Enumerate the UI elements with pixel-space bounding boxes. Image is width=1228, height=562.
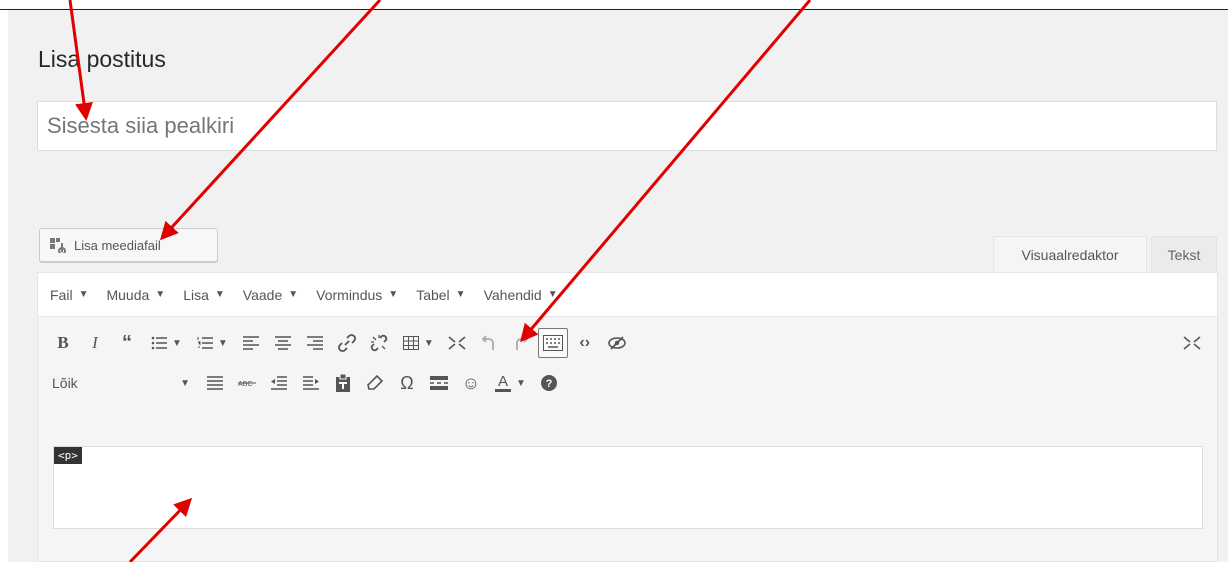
menu-table[interactable]: Tabel ▼ bbox=[416, 287, 465, 303]
svg-text:?: ? bbox=[546, 378, 553, 390]
bullet-list-icon[interactable] bbox=[144, 328, 174, 358]
fullscreen-icon[interactable] bbox=[442, 328, 472, 358]
caret-down-icon: ▼ bbox=[78, 289, 89, 300]
menu-view-label: Vaade bbox=[242, 286, 283, 303]
caret-down-icon[interactable]: ▼ bbox=[516, 378, 526, 389]
toolbar-row-1: B I “ ▼ ▼ ▼ ‹› bbox=[38, 325, 1217, 361]
caret-down-icon: ▼ bbox=[288, 289, 299, 300]
add-media-label: Lisa meediafail bbox=[74, 237, 161, 253]
blockquote-icon[interactable]: “ bbox=[112, 328, 142, 358]
format-select[interactable]: Lõik ▼ bbox=[48, 368, 196, 398]
menu-file-label: Fail bbox=[50, 286, 73, 303]
paragraph-tag-indicator: <p> bbox=[54, 447, 82, 464]
svg-text:ABC: ABC bbox=[238, 381, 252, 388]
menu-format-label: Vormindus bbox=[316, 286, 383, 303]
tab-visual-editor[interactable]: Visuaalredaktor bbox=[993, 236, 1147, 273]
link-icon[interactable] bbox=[332, 328, 362, 358]
menu-insert-label: Lisa bbox=[183, 286, 209, 303]
align-right-icon[interactable] bbox=[300, 328, 330, 358]
format-select-value: Lõik bbox=[52, 375, 78, 391]
caret-down-icon[interactable]: ▼ bbox=[172, 338, 182, 349]
outdent-icon[interactable] bbox=[264, 368, 294, 398]
align-justify-icon[interactable] bbox=[200, 368, 230, 398]
menu-insert[interactable]: Lisa ▼ bbox=[183, 287, 225, 303]
menu-tools[interactable]: Vahendid ▼ bbox=[484, 287, 558, 303]
emoji-icon[interactable]: ☺ bbox=[456, 368, 486, 398]
tab-text-editor[interactable]: Tekst bbox=[1151, 236, 1217, 273]
hide-icon[interactable] bbox=[602, 328, 632, 358]
caret-down-icon[interactable]: ▼ bbox=[218, 338, 228, 349]
menu-view[interactable]: Vaade ▼ bbox=[243, 287, 298, 303]
editor-content-area[interactable]: <p> bbox=[53, 446, 1203, 529]
table-icon[interactable] bbox=[396, 328, 426, 358]
clear-format-icon[interactable] bbox=[360, 368, 390, 398]
align-center-icon[interactable] bbox=[268, 328, 298, 358]
text-color-icon[interactable]: A bbox=[488, 368, 518, 398]
strikethrough-icon[interactable]: ABC bbox=[232, 368, 262, 398]
caret-down-icon: ▼ bbox=[547, 289, 558, 300]
unlink-icon[interactable] bbox=[364, 328, 394, 358]
help-icon[interactable]: ? bbox=[534, 368, 564, 398]
media-add-icon bbox=[50, 237, 68, 253]
editor-menubar: Fail ▼ Muuda ▼ Lisa ▼ Vaade ▼ Vormindus ▼ Tab… bbox=[38, 273, 1217, 317]
caret-down-icon: ▼ bbox=[180, 377, 190, 389]
special-char-icon[interactable]: Ω bbox=[392, 368, 422, 398]
fullscreen-toggle-icon[interactable] bbox=[1177, 328, 1207, 358]
keyboard-toggle-icon[interactable] bbox=[537, 328, 568, 358]
menu-format[interactable]: Vormindus ▼ bbox=[316, 287, 398, 303]
indent-icon[interactable] bbox=[296, 368, 326, 398]
bold-icon[interactable]: B bbox=[48, 328, 78, 358]
undo-icon[interactable] bbox=[474, 328, 504, 358]
menu-file[interactable]: Fail ▼ bbox=[50, 287, 88, 303]
caret-down-icon[interactable]: ▼ bbox=[424, 338, 434, 349]
paste-text-icon[interactable] bbox=[328, 368, 358, 398]
redo-icon[interactable] bbox=[506, 328, 536, 358]
add-media-button[interactable]: Lisa meediafail bbox=[39, 228, 218, 262]
caret-down-icon: ▼ bbox=[388, 289, 399, 300]
caret-down-icon: ▼ bbox=[455, 289, 466, 300]
italic-icon[interactable]: I bbox=[80, 328, 110, 358]
caret-down-icon: ▼ bbox=[155, 289, 166, 300]
numbered-list-icon[interactable] bbox=[190, 328, 220, 358]
caret-down-icon: ▼ bbox=[214, 289, 225, 300]
post-title-input[interactable] bbox=[37, 101, 1217, 151]
editor-container: Fail ▼ Muuda ▼ Lisa ▼ Vaade ▼ Vormindus ▼ Tab… bbox=[37, 272, 1218, 562]
menu-table-label: Tabel bbox=[416, 286, 450, 303]
align-left-icon[interactable] bbox=[236, 328, 266, 358]
read-more-icon[interactable] bbox=[424, 368, 454, 398]
menu-edit[interactable]: Muuda ▼ bbox=[106, 287, 165, 303]
menu-tools-label: Vahendid bbox=[483, 286, 542, 303]
code-icon[interactable]: ‹› bbox=[570, 328, 600, 358]
toolbar-row-2: Lõik ▼ ABC Ω ☺ A ▼ ? bbox=[38, 365, 1217, 401]
menu-edit-label: Muuda bbox=[106, 286, 150, 303]
page-title: Lisa postitus bbox=[38, 46, 166, 72]
